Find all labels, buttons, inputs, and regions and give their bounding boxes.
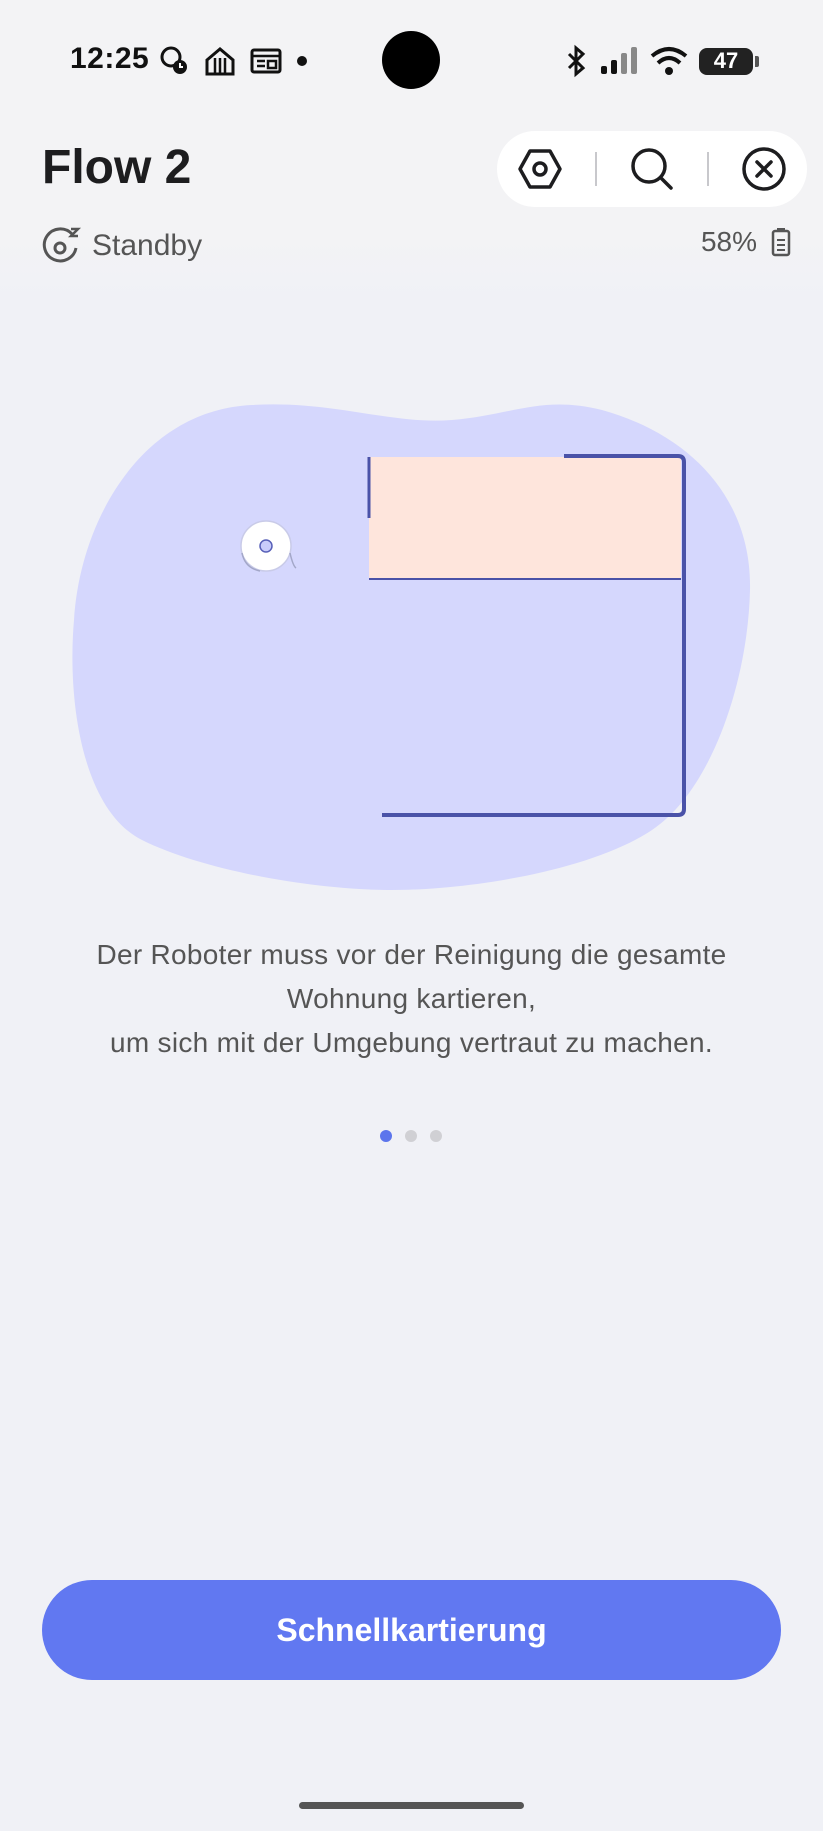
header-action-bar bbox=[497, 131, 807, 207]
description-line: Der Roboter muss vor der Reinigung die g… bbox=[96, 939, 727, 970]
notification-app-icon bbox=[160, 46, 187, 74]
description-line: Wohnung kartieren, bbox=[286, 983, 537, 1014]
page-dot[interactable] bbox=[430, 1130, 442, 1142]
settings-nut-icon bbox=[517, 149, 562, 189]
robot-status: Standby bbox=[42, 226, 202, 266]
bluetooth-icon bbox=[567, 44, 586, 78]
restaurant-icon bbox=[205, 47, 235, 76]
page-dot[interactable] bbox=[405, 1130, 417, 1142]
front-camera bbox=[382, 31, 440, 89]
status-bar: 12:25 47 bbox=[0, 0, 823, 120]
wifi-icon bbox=[650, 47, 688, 75]
app-screen: 12:25 47 Flow 2 Standby 58% Der Roboter … bbox=[0, 0, 823, 1831]
status-label: Standby bbox=[92, 229, 203, 262]
cellular-signal-icon bbox=[601, 47, 637, 74]
page-indicator bbox=[380, 1130, 442, 1142]
divider bbox=[594, 152, 597, 186]
system-icons: 47 bbox=[563, 44, 759, 78]
battery-level: 47 bbox=[713, 48, 739, 73]
robot-battery: 58% bbox=[701, 226, 791, 258]
battery-icon bbox=[771, 228, 791, 257]
divider bbox=[707, 152, 710, 186]
close-button[interactable] bbox=[734, 139, 794, 199]
home-indicator[interactable] bbox=[299, 1802, 524, 1809]
page-dot-active[interactable] bbox=[380, 1130, 392, 1142]
search-button[interactable] bbox=[622, 139, 682, 199]
close-icon bbox=[742, 147, 787, 191]
page-title: Flow 2 bbox=[42, 141, 192, 194]
status-time: 12:25 bbox=[70, 42, 150, 75]
notification-icons bbox=[157, 44, 309, 78]
battery-percentage: 58% bbox=[700, 226, 757, 257]
onboarding-description: Der Roboter muss vor der Reinigung die g… bbox=[40, 933, 783, 1065]
search-icon bbox=[631, 148, 673, 190]
mapped-room bbox=[369, 457, 681, 579]
news-icon bbox=[250, 48, 282, 74]
dot-icon bbox=[297, 56, 307, 66]
battery-icon: 47 bbox=[699, 47, 759, 75]
mapping-illustration bbox=[72, 404, 751, 890]
sleep-status-icon bbox=[42, 227, 82, 263]
description-line: um sich mit der Umgebung vertraut zu mac… bbox=[109, 1027, 713, 1058]
quick-mapping-button[interactable]: Schnellkartierung bbox=[42, 1580, 781, 1680]
settings-button[interactable] bbox=[510, 139, 570, 199]
